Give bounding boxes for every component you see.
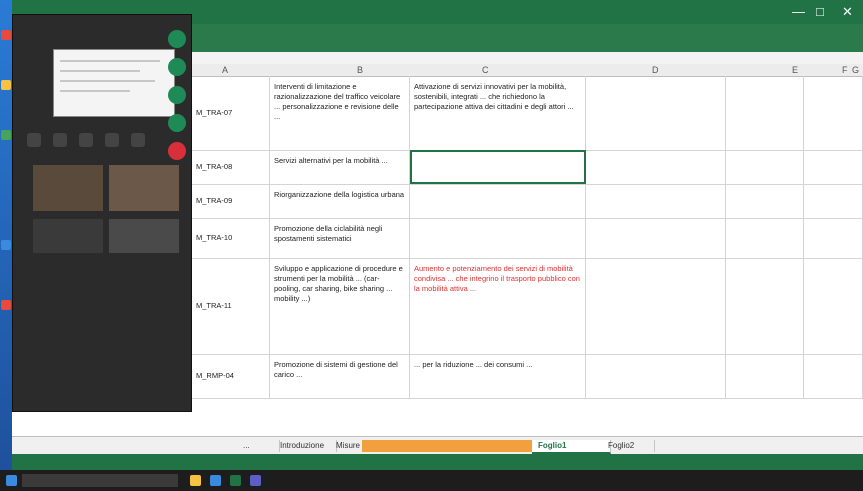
file-explorer-icon[interactable]: [190, 475, 201, 486]
desktop-shortcut-icon[interactable]: [1, 130, 11, 140]
sheet-tab-bar: ... Introduzione Misure Foglio1 Foglio2: [12, 436, 863, 455]
notes-cell[interactable]: Aumento e potenziamento dei servizi di m…: [410, 258, 586, 354]
browser-icon[interactable]: [210, 475, 221, 486]
column-header[interactable]: A: [222, 65, 228, 75]
phone-icon[interactable]: [168, 30, 186, 48]
empty-cell[interactable]: [804, 354, 863, 398]
empty-cell[interactable]: [804, 218, 863, 258]
leave-call-icon[interactable]: [168, 142, 186, 160]
measure-code-cell[interactable]: M_TRA-07: [190, 76, 270, 150]
column-header[interactable]: D: [652, 65, 659, 75]
measure-code-cell[interactable]: M_TRA-11: [190, 258, 270, 354]
participant-video[interactable]: [33, 165, 103, 211]
close-button[interactable]: ✕: [842, 4, 853, 20]
measure-description-cell[interactable]: Promozione della ciclabilità negli spost…: [270, 218, 410, 258]
minimize-button[interactable]: —: [792, 4, 805, 19]
participant-video[interactable]: [109, 165, 179, 211]
column-header[interactable]: F: [842, 65, 848, 75]
taskbar-search[interactable]: [22, 474, 178, 487]
start-icon[interactable]: [6, 475, 17, 486]
notes-cell[interactable]: ... per la riduzione ... dei consumi ...: [410, 354, 586, 398]
empty-cell[interactable]: [586, 354, 726, 398]
column-header[interactable]: G: [852, 65, 859, 75]
empty-cell[interactable]: [804, 150, 863, 184]
notes-cell[interactable]: [410, 184, 586, 218]
desktop-shortcut-icon[interactable]: [1, 240, 11, 250]
shared-screen-thumbnail[interactable]: [53, 49, 175, 117]
empty-cell[interactable]: [586, 150, 726, 184]
desktop-background: [0, 0, 12, 491]
empty-cell[interactable]: [726, 150, 804, 184]
column-header[interactable]: E: [792, 65, 798, 75]
measure-code-cell[interactable]: M_TRA-10: [190, 218, 270, 258]
measure-description-cell[interactable]: Riorganizzazione della logistica urbana: [270, 184, 410, 218]
participant-video[interactable]: [33, 219, 103, 253]
measure-description-cell[interactable]: Sviluppo e applicazione di procedure e s…: [270, 258, 410, 354]
empty-cell[interactable]: [804, 184, 863, 218]
active-cell-selection: [410, 150, 586, 184]
desktop-shortcut-icon[interactable]: [1, 300, 11, 310]
sheet-tab[interactable]: Foglio1: [532, 440, 611, 454]
taskbar: [0, 470, 863, 491]
status-bar: [12, 454, 863, 470]
column-header[interactable]: B: [357, 65, 363, 75]
empty-cell[interactable]: [726, 218, 804, 258]
excel-icon[interactable]: [230, 475, 241, 486]
call-toolbar: [23, 129, 179, 155]
measure-description-cell[interactable]: Promozione di sistemi di gestione del ca…: [270, 354, 410, 398]
maximize-button[interactable]: □: [816, 4, 824, 19]
chat-icon[interactable]: [168, 114, 186, 132]
measure-code-cell[interactable]: M_RMP-04: [190, 354, 270, 398]
microphone-icon[interactable]: [53, 133, 67, 147]
desktop-shortcut-icon[interactable]: [1, 80, 11, 90]
sheet-tab[interactable]: [362, 440, 431, 452]
sheet-tab[interactable]: Introduzione: [274, 440, 337, 452]
column-header[interactable]: C: [482, 65, 489, 75]
sheet-tab[interactable]: Foglio2: [602, 440, 655, 452]
notes-cell[interactable]: [410, 218, 586, 258]
participant-video[interactable]: [109, 219, 179, 253]
measure-description-cell[interactable]: Servizi alternativi per la mobilità ...: [270, 150, 410, 184]
desktop-shortcut-icon[interactable]: [1, 30, 11, 40]
empty-cell[interactable]: [586, 184, 726, 218]
empty-cell[interactable]: [804, 76, 863, 150]
add-participant-icon[interactable]: [168, 86, 186, 104]
teams-icon[interactable]: [250, 475, 261, 486]
empty-cell[interactable]: [586, 76, 726, 150]
measure-description-cell[interactable]: Interventi di limitazione e razionalizza…: [270, 76, 410, 150]
sheet-tab[interactable]: [422, 440, 491, 452]
share-screen-icon[interactable]: [79, 133, 93, 147]
notes-cell[interactable]: Attivazione di servizi innovativi per la…: [410, 76, 586, 150]
video-icon[interactable]: [168, 58, 186, 76]
empty-cell[interactable]: [804, 258, 863, 354]
measure-code-cell[interactable]: M_TRA-08: [190, 150, 270, 184]
empty-cell[interactable]: [726, 76, 804, 150]
measure-code-cell[interactable]: M_TRA-09: [190, 184, 270, 218]
empty-cell[interactable]: [726, 354, 804, 398]
empty-cell[interactable]: [726, 258, 804, 354]
more-options-icon[interactable]: [131, 133, 145, 147]
empty-cell[interactable]: [586, 258, 726, 354]
empty-cell[interactable]: [586, 218, 726, 258]
video-call-window[interactable]: [12, 14, 192, 412]
camera-icon[interactable]: [27, 133, 41, 147]
empty-cell[interactable]: [726, 184, 804, 218]
chat-icon[interactable]: [105, 133, 119, 147]
